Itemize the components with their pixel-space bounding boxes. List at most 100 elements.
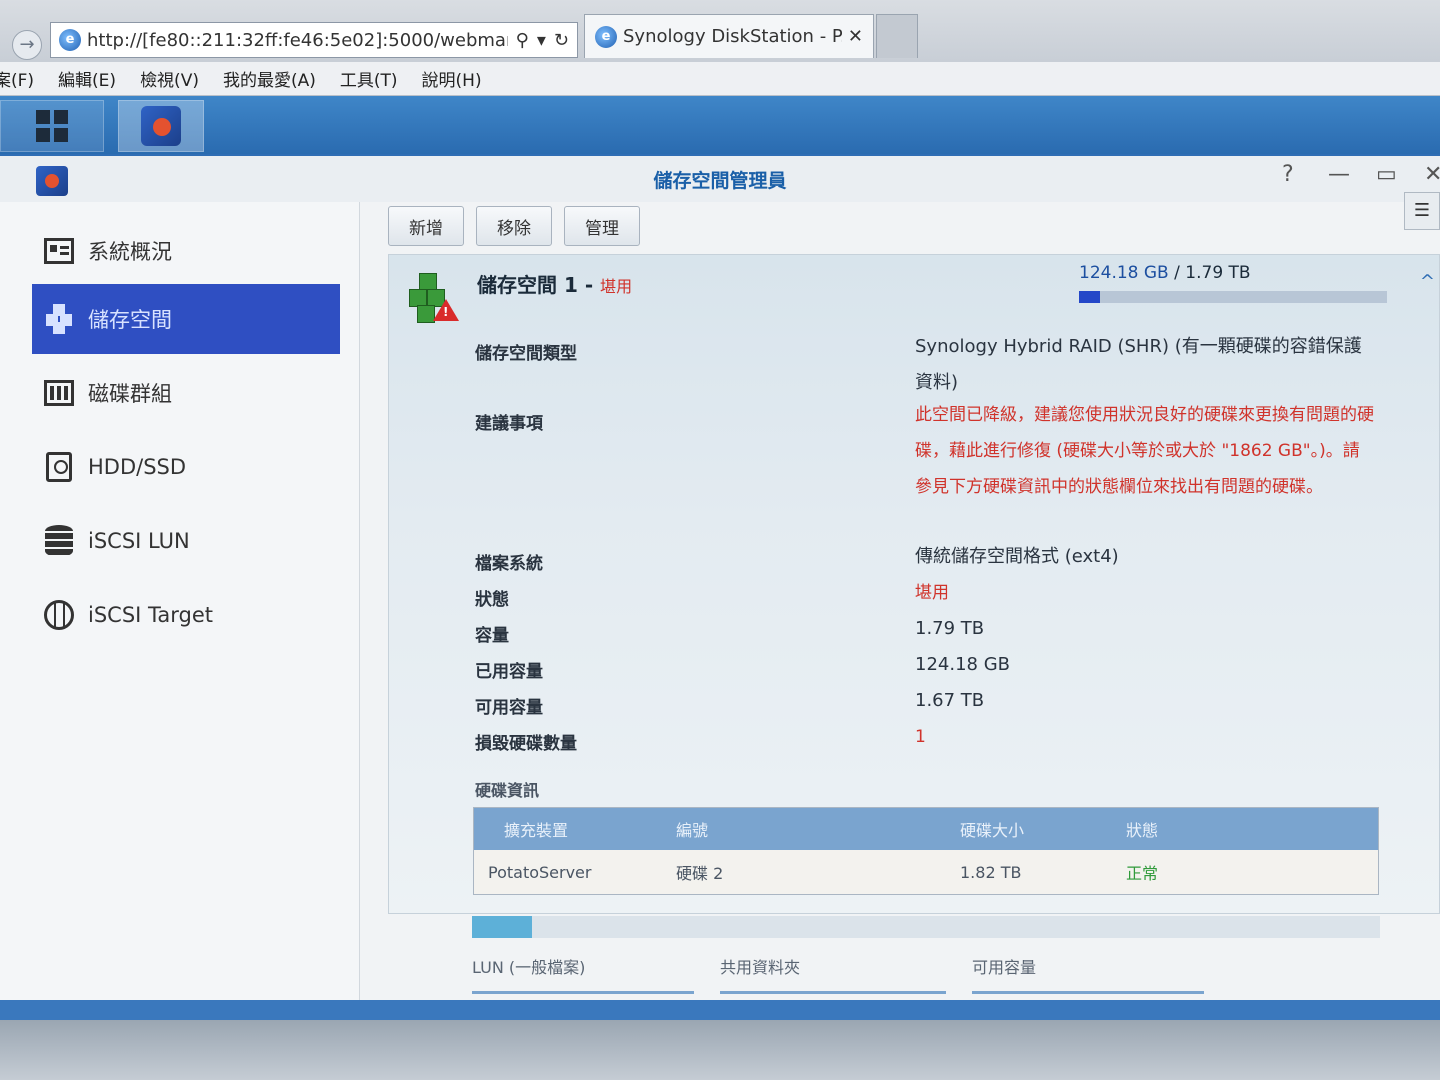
column-header-device[interactable]: 擴充裝置: [474, 817, 662, 841]
table-header: 擴充裝置 編號 硬碟大小 狀態: [474, 808, 1378, 850]
lower-col-shared-folder: 共用資料夾: [720, 954, 946, 994]
sidebar-item-label: 系統概況: [88, 240, 172, 264]
cell-size: 1.82 TB: [960, 862, 1022, 882]
advice-value: 此空間已降級，建議您使用狀況良好的硬碟來更換有問題的硬碟，藉此進行修復 (硬碟大…: [915, 405, 1374, 497]
used-capacity-label: 已用容量: [475, 662, 543, 682]
menu-file[interactable]: 案(F): [0, 66, 34, 91]
menu-help[interactable]: 說明(H): [422, 66, 482, 91]
sidebar-item-overview[interactable]: 系統概況: [32, 216, 340, 286]
capacity-value: 1.79 TB: [915, 618, 985, 639]
usage-total: 1.79 TB: [1185, 263, 1251, 283]
menu-tools[interactable]: 工具(T): [340, 66, 398, 91]
crashed-disks-value: 1: [915, 727, 926, 747]
sidebar-item-disk-group[interactable]: 磁碟群組: [32, 358, 340, 428]
cell-status: 正常: [1126, 864, 1159, 883]
close-icon[interactable]: ✕: [1424, 162, 1440, 187]
main-content: 新增 移除 管理 ☰ ! 儲存空間 1 - 堪用 124.18 GB / 1.7…: [370, 192, 1440, 1022]
sidebar-item-hdd-ssd[interactable]: HDD/SSD: [32, 432, 340, 502]
minimize-icon[interactable]: —: [1328, 162, 1350, 187]
crashed-disks-label: 損毀硬碟數量: [475, 734, 577, 754]
volume-name: 儲存空間 1: [477, 273, 578, 297]
hdd-icon: [42, 450, 76, 484]
cell-device: PotatoServer: [488, 862, 592, 882]
volume-icon: [42, 302, 76, 336]
table-row[interactable]: PotatoServer 硬碟 2 1.82 TB 正常: [474, 850, 1378, 894]
filesystem-value: 傳統儲存空間格式 (ext4): [915, 546, 1119, 567]
usage-bar: [1079, 291, 1387, 303]
menu-view[interactable]: 檢視(V): [140, 66, 199, 91]
browser-chrome: → e http://[fe80::211:32ff:fe46:5e02]:50…: [0, 0, 1440, 62]
desktop-strip: [0, 1000, 1440, 1020]
volume-title-separator: -: [577, 273, 601, 297]
type-value: Synology Hybrid RAID (SHR) (有一顆硬碟的容錯保護資料…: [915, 336, 1362, 393]
help-icon[interactable]: ?: [1282, 162, 1294, 187]
refresh-icon[interactable]: ↻: [554, 30, 569, 51]
lower-usage-bar: [472, 916, 1380, 938]
type-label: 儲存空間類型: [475, 344, 577, 364]
overview-icon: [42, 234, 76, 268]
advice-label: 建議事項: [475, 414, 543, 434]
status-label: 狀態: [475, 590, 509, 610]
sidebar-item-volume[interactable]: 儲存空間: [32, 284, 340, 354]
usage-bar-fill: [1079, 291, 1100, 303]
create-button[interactable]: 新增: [388, 206, 464, 246]
menu-edit[interactable]: 編輯(E): [58, 66, 116, 91]
volume-warning-icon: !: [407, 273, 459, 325]
remove-button[interactable]: 移除: [476, 206, 552, 246]
sidebar: 系統概況 儲存空間 磁碟群組 HDD/SSD iSCSI LUN iSCSI T…: [0, 202, 360, 1022]
maximize-icon[interactable]: ▭: [1376, 162, 1397, 187]
grid-menu-icon: [36, 110, 68, 142]
usage-separator: /: [1168, 263, 1186, 283]
window-title: 儲存空間管理員: [653, 170, 787, 192]
menu-favorites[interactable]: 我的最愛(A): [223, 66, 316, 91]
volume-panel: ! 儲存空間 1 - 堪用 124.18 GB / 1.79 TB ^ 儲存空間…: [388, 254, 1440, 914]
address-text[interactable]: http://[fe80::211:32ff:fe46:5e02]:5000/w…: [87, 30, 508, 51]
window-titlebar: 儲存空間管理員 ? — ▭ ✕: [0, 156, 1440, 202]
storage-manager-window: 儲存空間管理員 ? — ▭ ✕ 系統概況 儲存空間 磁碟群組 HDD/SSD i…: [0, 154, 1440, 1022]
disk-info-label: 硬碟資訊: [475, 781, 540, 800]
sidebar-item-label: 磁碟群組: [88, 382, 172, 406]
lower-usage-fill: [472, 916, 532, 938]
sidebar-item-label: iSCSI Target: [88, 603, 213, 627]
ie-icon: e: [59, 29, 81, 51]
sidebar-item-iscsi-target[interactable]: iSCSI Target: [32, 580, 340, 650]
dropdown-icon[interactable]: ▾: [537, 30, 546, 51]
view-toggle-icon[interactable]: ☰: [1404, 192, 1440, 230]
tab-close-icon[interactable]: ✕: [848, 26, 863, 47]
usage-text: 124.18 GB / 1.79 TB: [1079, 263, 1251, 283]
os-taskbar: [0, 1020, 1440, 1080]
lun-icon: [42, 524, 76, 558]
disk-info-table: 擴充裝置 編號 硬碟大小 狀態 PotatoServer 硬碟 2 1.82 T…: [473, 807, 1379, 895]
sidebar-item-label: HDD/SSD: [88, 455, 187, 479]
browser-menu-bar: 案(F) 編輯(E) 檢視(V) 我的最愛(A) 工具(T) 說明(H): [0, 62, 1440, 96]
filesystem-label: 檔案系統: [475, 554, 543, 574]
status-value: 堪用: [915, 583, 949, 603]
capacity-label: 容量: [475, 626, 509, 646]
chevron-up-icon[interactable]: ^: [1420, 271, 1435, 292]
storage-manager-taskbar-button[interactable]: [118, 100, 204, 152]
usage-used: 124.18 GB: [1079, 263, 1169, 283]
column-header-size[interactable]: 硬碟大小: [940, 817, 1116, 841]
lower-col-free: 可用容量: [972, 954, 1204, 994]
tab-title: Synology DiskStation - P...: [623, 26, 842, 47]
sidebar-item-label: 儲存空間: [88, 308, 172, 332]
sidebar-item-label: iSCSI LUN: [88, 529, 190, 553]
sidebar-item-iscsi-lun[interactable]: iSCSI LUN: [32, 506, 340, 576]
new-tab-button[interactable]: [876, 14, 918, 58]
disk-group-icon: [42, 376, 76, 410]
column-header-status[interactable]: 狀態: [1116, 817, 1378, 841]
volume-status-inline: 堪用: [600, 277, 633, 296]
volume-title: 儲存空間 1 - 堪用: [477, 269, 632, 298]
lower-col-lun: LUN (一般檔案): [472, 954, 694, 994]
address-bar[interactable]: e http://[fe80::211:32ff:fe46:5e02]:5000…: [50, 22, 578, 58]
main-menu-button[interactable]: [0, 100, 104, 152]
browser-tab-active[interactable]: e Synology DiskStation - P... ✕: [584, 14, 874, 58]
manage-button[interactable]: 管理: [564, 206, 640, 246]
back-arrow-icon[interactable]: →: [12, 30, 42, 60]
storage-manager-app-icon: [141, 106, 181, 146]
column-header-id[interactable]: 編號: [662, 817, 940, 841]
dsm-taskbar: [0, 96, 1440, 154]
free-capacity-value: 1.67 TB: [915, 690, 985, 711]
cell-id: 硬碟 2: [676, 864, 724, 883]
search-icon[interactable]: ⚲: [516, 30, 529, 51]
